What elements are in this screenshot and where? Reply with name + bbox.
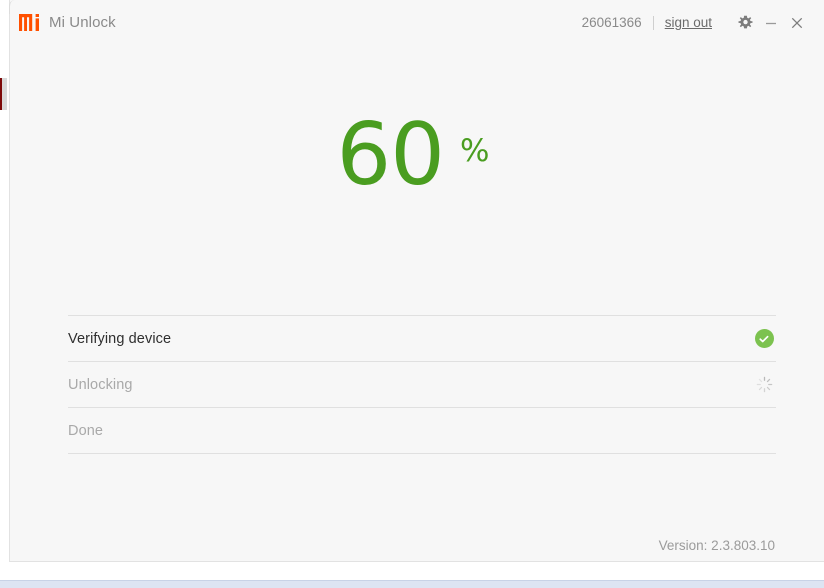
progress-unit: % xyxy=(459,133,490,169)
step-label: Unlocking xyxy=(68,376,133,393)
step-status xyxy=(754,375,774,395)
background-window-sliver[interactable] xyxy=(0,78,7,110)
taskbar-strip[interactable] xyxy=(0,580,824,588)
progress-value: 60 xyxy=(336,105,445,205)
titlebar-controls: 26061366 sign out xyxy=(582,10,824,36)
app-title: Mi Unlock xyxy=(49,14,116,31)
gear-icon[interactable] xyxy=(732,10,758,36)
sign-out-link[interactable]: sign out xyxy=(665,15,712,30)
mi-unlock-window: Mi Unlock 26061366 sign out 60 % Verifyi… xyxy=(9,0,824,562)
step-label: Verifying device xyxy=(68,330,172,347)
step-status xyxy=(754,421,774,441)
window-titlebar: Mi Unlock 26061366 sign out xyxy=(10,0,824,45)
version-label: Version: 2.3.803.10 xyxy=(658,538,775,553)
step-row-done: Done xyxy=(68,408,776,454)
minimize-icon[interactable] xyxy=(758,10,784,36)
unlock-steps-list: Verifying device Unlocking Done xyxy=(68,315,776,454)
app-brand: Mi Unlock xyxy=(19,14,116,31)
close-icon[interactable] xyxy=(784,10,810,36)
loading-spinner-icon xyxy=(756,376,773,393)
step-row-verifying-device: Verifying device xyxy=(68,316,776,362)
mi-logo-icon xyxy=(19,14,40,31)
desktop-backdrop: Mi Unlock 26061366 sign out 60 % Verifyi… xyxy=(0,0,824,588)
step-label: Done xyxy=(68,422,104,439)
check-circle-icon xyxy=(754,329,774,348)
progress-display: 60 % xyxy=(10,112,824,198)
step-row-unlocking: Unlocking xyxy=(68,362,776,408)
titlebar-divider xyxy=(652,15,654,30)
account-id: 26061366 xyxy=(581,15,642,30)
step-status xyxy=(754,329,774,349)
window-corner-accent xyxy=(9,0,24,14)
